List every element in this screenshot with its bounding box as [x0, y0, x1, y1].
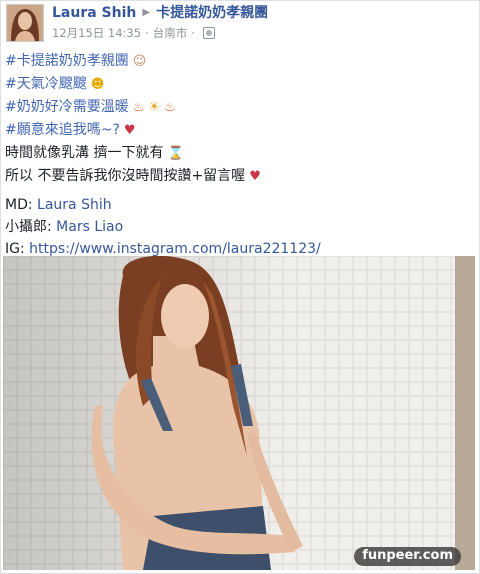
post-line: 時間就像乳溝 擠一下就有 ⌛: [5, 142, 475, 165]
smile-emoji-icon: ☻: [90, 77, 105, 92]
credit-link[interactable]: Laura Shih: [37, 197, 112, 213]
credit-link[interactable]: Mars Liao: [56, 219, 123, 235]
post-line: #天氣冷颼颼 ☻: [5, 73, 475, 96]
post-header: Laura Shih ▶ 卡提諾奶奶孝親團 12月15日 14:35 · 台南市…: [6, 4, 268, 44]
globe-icon[interactable]: [202, 27, 215, 39]
old-person-emoji-icon: ☺: [132, 54, 147, 69]
fire-emoji-icon: ♨: [132, 100, 145, 115]
post-photo[interactable]: funpeer.com: [3, 256, 475, 570]
author-name[interactable]: Laura Shih: [52, 4, 136, 22]
instagram-link[interactable]: https://www.instagram.com/laura221123/: [29, 241, 321, 257]
credit-line: MD: Laura Shih: [5, 194, 475, 216]
share-arrow-icon: ▶: [142, 7, 151, 18]
post-line: 所以 不要告訴我你沒時間按讚+留言喔 ♥: [5, 165, 475, 188]
hashtag[interactable]: #卡提諾奶奶孝親團: [5, 53, 129, 69]
author-avatar[interactable]: [6, 4, 44, 42]
post-line: #奶奶好冷需要溫暖 ♨ ☀ ♨: [5, 96, 475, 119]
separator-dot: ·: [145, 26, 149, 40]
credit-label: 小攝郎:: [5, 219, 57, 235]
group-name[interactable]: 卡提諾奶奶孝親團: [156, 4, 268, 22]
post-text: 時間就像乳溝 擠一下就有: [5, 145, 164, 161]
credit-label: IG:: [5, 241, 30, 257]
post-timestamp[interactable]: 12月15日 14:35: [52, 25, 141, 41]
hashtag[interactable]: #願意來追我嗎~?: [5, 122, 120, 138]
watermark: funpeer.com: [354, 547, 461, 566]
credit-label: MD:: [5, 197, 38, 213]
hashtag[interactable]: #奶奶好冷需要溫暖: [5, 99, 129, 115]
post-text: 所以 不要告訴我你沒時間按讚+留言喔: [5, 168, 246, 184]
post-body: #卡提諾奶奶孝親團 ☺ #天氣冷颼颼 ☻ #奶奶好冷需要溫暖 ♨ ☀ ♨ #願意來追我嗎~…: [5, 50, 475, 260]
lips-emoji-icon: ♥: [123, 123, 136, 138]
post-line: #願意來追我嗎~? ♥: [5, 119, 475, 142]
post-line: #卡提諾奶奶孝親團 ☺: [5, 50, 475, 73]
hashtag[interactable]: #天氣冷颼颼: [5, 76, 87, 92]
fire-emoji-icon: ♨: [164, 100, 176, 115]
credit-line: 小攝郎: Mars Liao: [5, 216, 475, 238]
separator-dot: ·: [191, 26, 195, 40]
lips-emoji-icon: ♥: [249, 169, 261, 184]
hourglass-emoji-icon: ⌛: [167, 146, 184, 161]
sun-emoji-icon: ☀: [148, 100, 161, 115]
post-location[interactable]: 台南市: [153, 25, 188, 41]
